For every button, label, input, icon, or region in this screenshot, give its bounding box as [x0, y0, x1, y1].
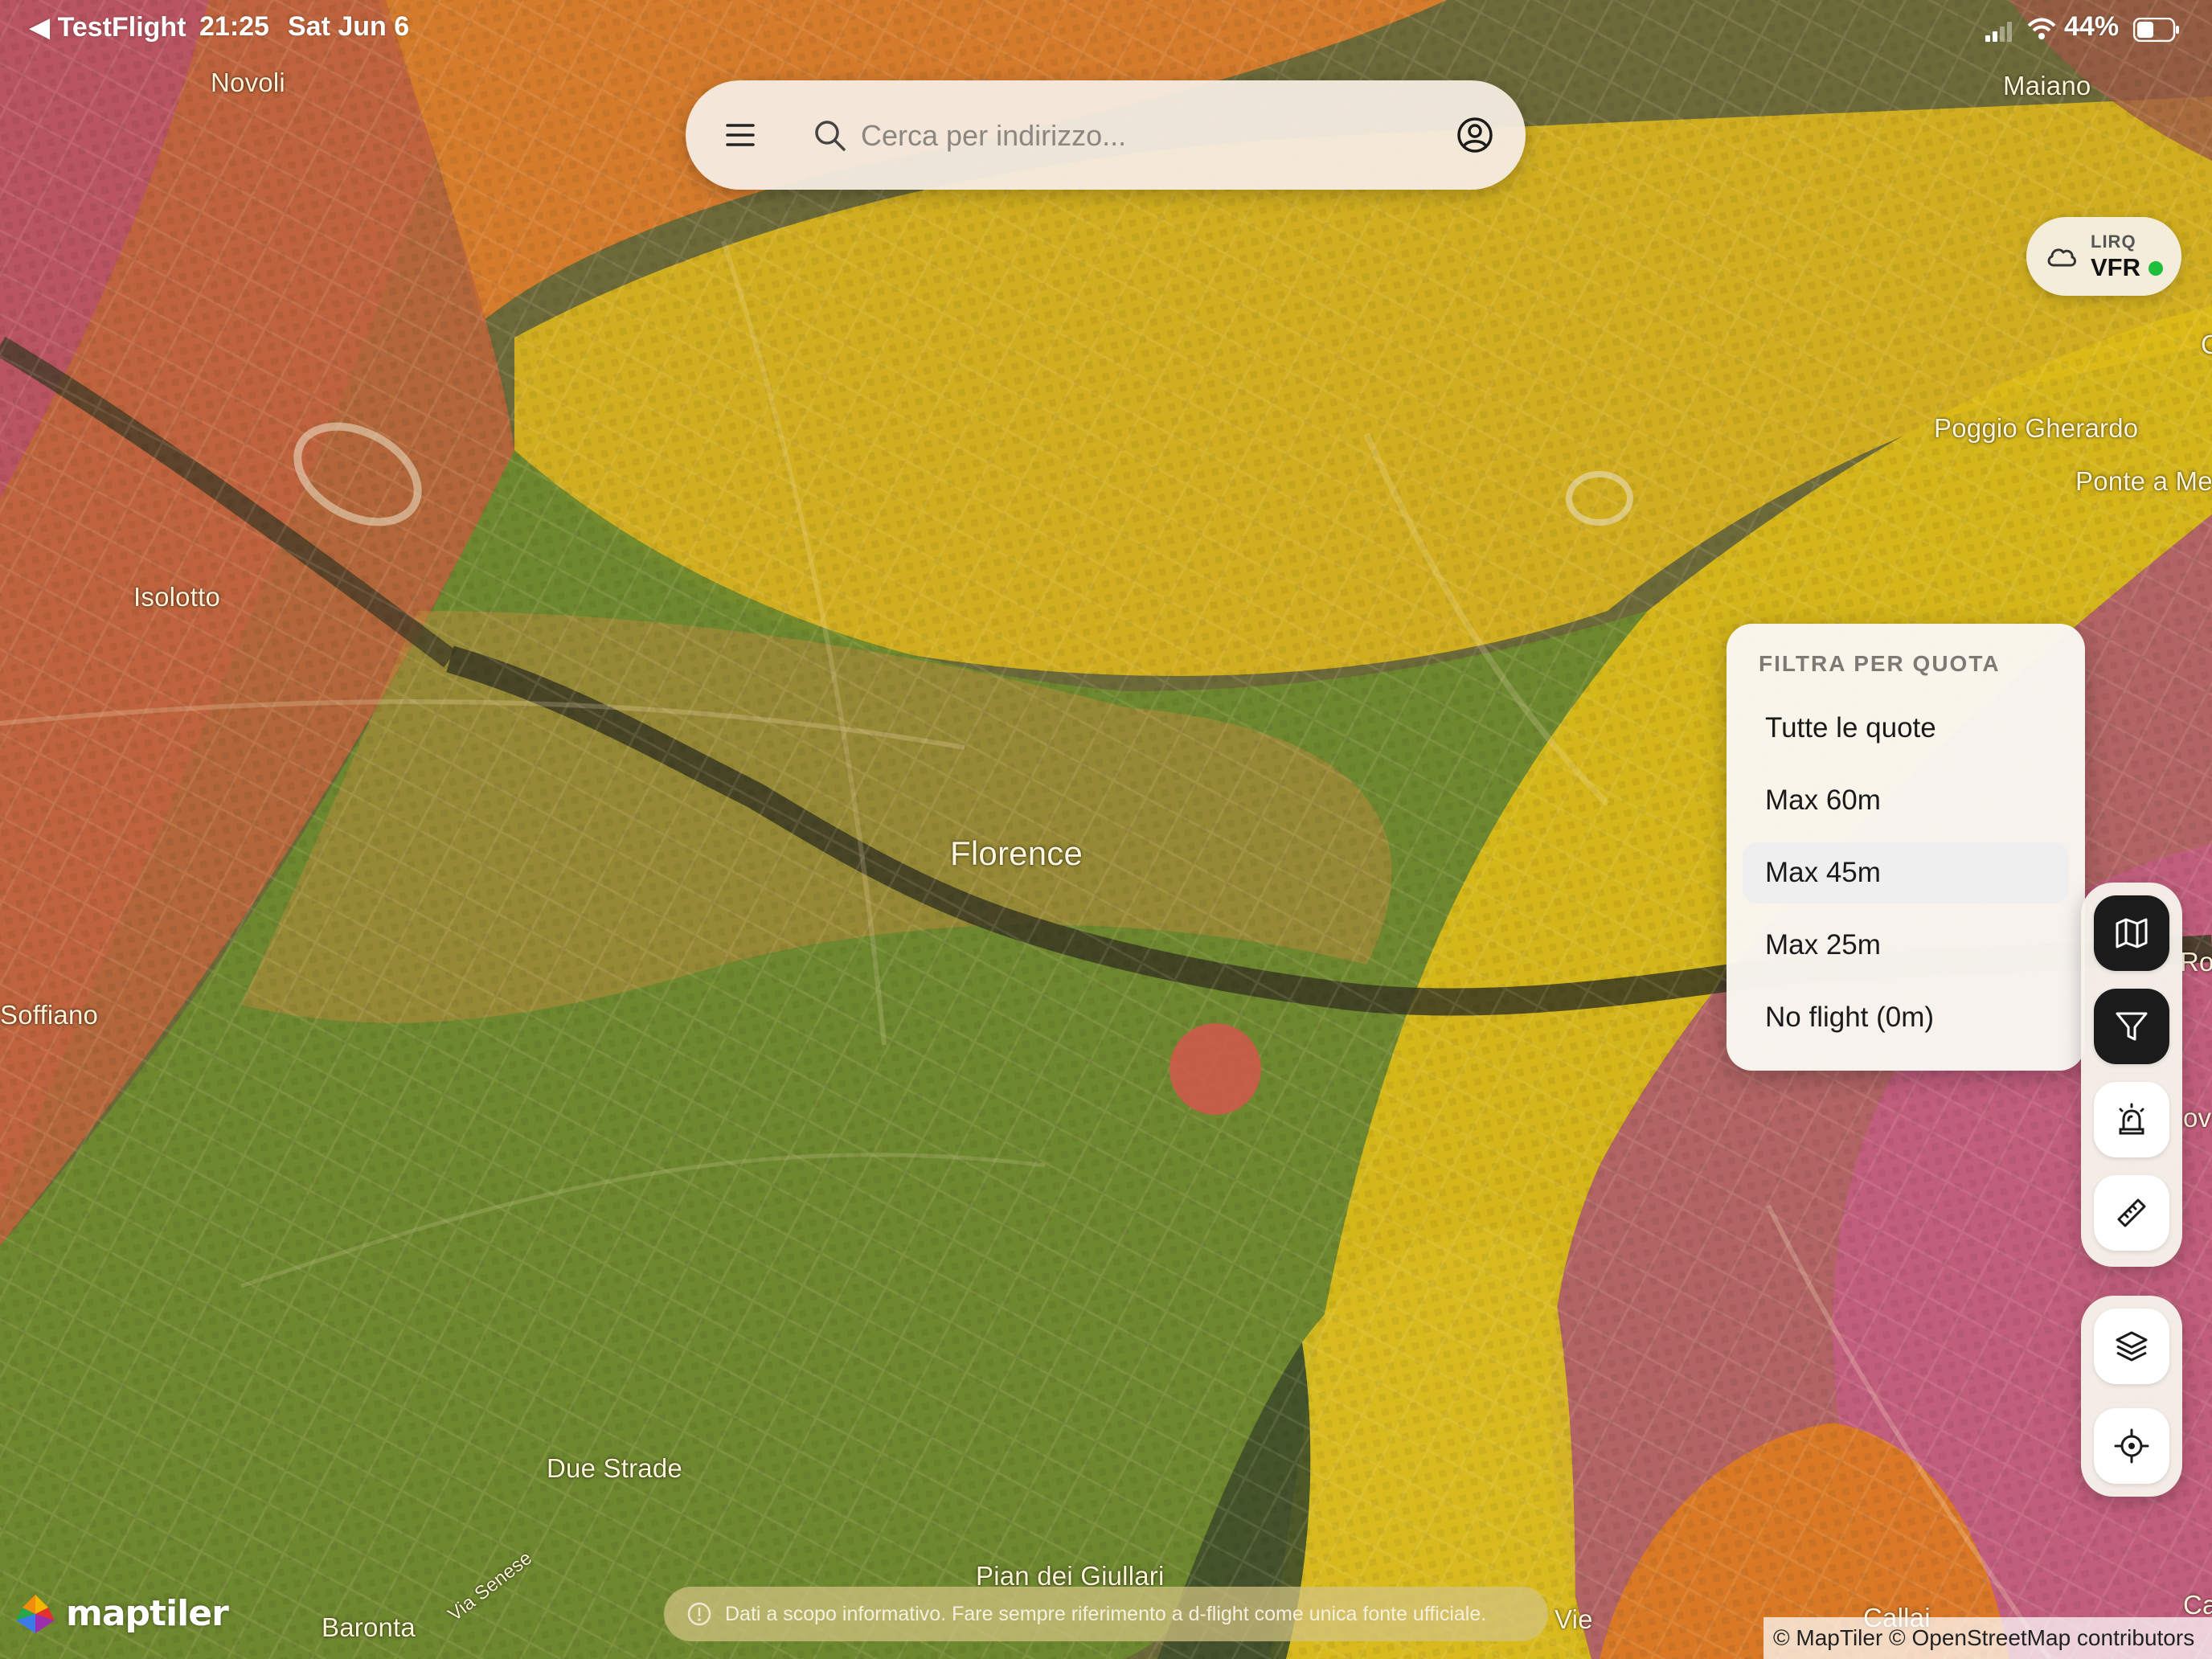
place-label-ca: Ca	[2183, 1590, 2212, 1620]
cloud-icon	[2047, 248, 2076, 267]
maptiler-logo[interactable]: maptiler	[13, 1591, 229, 1636]
place-label-isolotto: Isolotto	[133, 582, 220, 612]
search-icon	[815, 121, 846, 151]
map-screen: Novoli Maiano Isolotto Poggio Gherardo P…	[0, 0, 2212, 1659]
filter-option-max-45m[interactable]: Max 45m	[1743, 842, 2069, 903]
place-label-poggio-gherardo: Poggio Gherardo	[1934, 413, 2139, 443]
place-label-rovezzano: Rov	[2180, 947, 2212, 977]
flight-category-status-dot	[2149, 261, 2163, 276]
battery-icon	[2132, 17, 2180, 49]
place-label-baronta: Baronta	[322, 1612, 416, 1642]
map-attribution[interactable]: © MapTiler © OpenStreetMap contributors	[1763, 1617, 2212, 1659]
siren-icon	[2119, 1103, 2144, 1135]
flight-category: VFR	[2091, 253, 2140, 281]
hamburger-menu-icon[interactable]	[723, 117, 758, 153]
place-label-due-strade: Due Strade	[547, 1453, 682, 1483]
map-tools-panel	[2081, 883, 2182, 1267]
place-label-florence: Florence	[950, 834, 1083, 872]
filter-option-max-60m[interactable]: Max 60m	[1743, 770, 2069, 831]
address-search-input[interactable]	[859, 109, 1425, 162]
status-date: Sat Jun 6	[288, 11, 410, 42]
map-style-button[interactable]	[2094, 895, 2169, 971]
locate-icon	[2114, 1428, 2149, 1464]
weather-station-code: LIRQ	[2091, 231, 2136, 252]
metar-weather-chip[interactable]: LIRQ VFR	[2026, 217, 2181, 296]
filter-option-no-flight[interactable]: No flight (0m)	[1743, 987, 2069, 1048]
place-label-rovezzano-2: ov	[2183, 1103, 2212, 1133]
measure-distance-button[interactable]	[2094, 1175, 2169, 1251]
place-label-maiano: Maiano	[2003, 71, 2091, 100]
filter-option-max-25m[interactable]: Max 25m	[1743, 915, 2069, 976]
place-label-soffiano: Soffiano	[0, 1000, 99, 1030]
place-label-vie: Vie	[1555, 1604, 1593, 1634]
filter-menu-title: FILTRA PER QUOTA	[1759, 651, 2001, 676]
back-app-label: TestFlight	[57, 12, 186, 43]
cellular-signal-icon	[1985, 18, 2014, 49]
back-arrow-icon: ◀	[29, 12, 51, 43]
layers-button[interactable]	[2094, 1309, 2169, 1384]
filter-option-all-altitudes[interactable]: Tutte le quote	[1743, 698, 2069, 759]
account-icon[interactable]	[1456, 116, 1494, 154]
locate-me-button[interactable]	[2094, 1408, 2169, 1484]
disclaimer-text: Dati a scopo informativo. Fare sempre ri…	[725, 1603, 1487, 1625]
status-time: 21:25	[199, 11, 269, 42]
place-label-ponte-a-mensola: Ponte a Me	[2075, 466, 2212, 496]
search-bar	[686, 80, 1526, 190]
wifi-icon	[2027, 16, 2056, 47]
maptiler-logo-icon	[16, 1595, 55, 1633]
info-icon	[687, 1602, 711, 1626]
ruler-icon	[2117, 1198, 2146, 1227]
layers-icon	[2116, 1331, 2148, 1362]
maptiler-wordmark: maptiler	[66, 1593, 229, 1634]
place-label-novoli: Novoli	[211, 68, 285, 97]
place-label-edge-c: C	[2201, 330, 2212, 359]
disclaimer-banner: Dati a scopo informativo. Fare sempre ri…	[664, 1587, 1548, 1641]
battery-percentage: 44%	[2064, 11, 2120, 42]
status-back-to-app[interactable]: ◀ TestFlight	[29, 11, 186, 43]
alerts-button[interactable]	[2094, 1082, 2169, 1157]
altitude-filter-menu: FILTRA PER QUOTA Tutte le quote Max 60m …	[1727, 624, 2085, 1071]
map-view-panel	[2081, 1296, 2182, 1497]
map-icon	[2116, 918, 2148, 948]
restricted-point-marker	[1169, 1023, 1261, 1115]
altitude-filter-button[interactable]	[2094, 989, 2169, 1064]
filter-icon	[2116, 1012, 2148, 1041]
